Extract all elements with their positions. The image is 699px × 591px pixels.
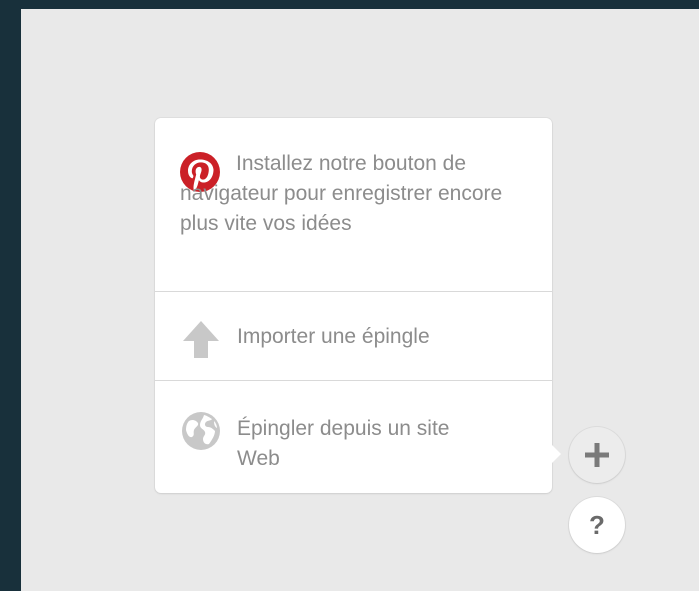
plus-icon	[585, 443, 609, 467]
help-button[interactable]: ?	[569, 497, 625, 553]
add-pin-button[interactable]	[569, 427, 625, 483]
pin-from-web-menu-item[interactable]: Épingler depuis un site Web	[155, 381, 552, 493]
upload-pin-label: Importer une épingle	[237, 325, 430, 348]
globe-icon	[182, 412, 220, 450]
browser-button-menu-item[interactable]: Installez notre bouton de navigateur pou…	[155, 118, 552, 292]
upload-arrow-icon	[183, 321, 219, 358]
add-pin-menu: Installez notre bouton de navigateur pou…	[155, 118, 561, 493]
upload-pin-menu-item[interactable]: Importer une épingle	[155, 292, 552, 381]
pin-from-web-label: Épingler depuis un site Web	[237, 417, 450, 470]
browser-button-text: Installez notre bouton de navigateur pou…	[180, 152, 503, 235]
question-mark-icon: ?	[589, 510, 605, 540]
